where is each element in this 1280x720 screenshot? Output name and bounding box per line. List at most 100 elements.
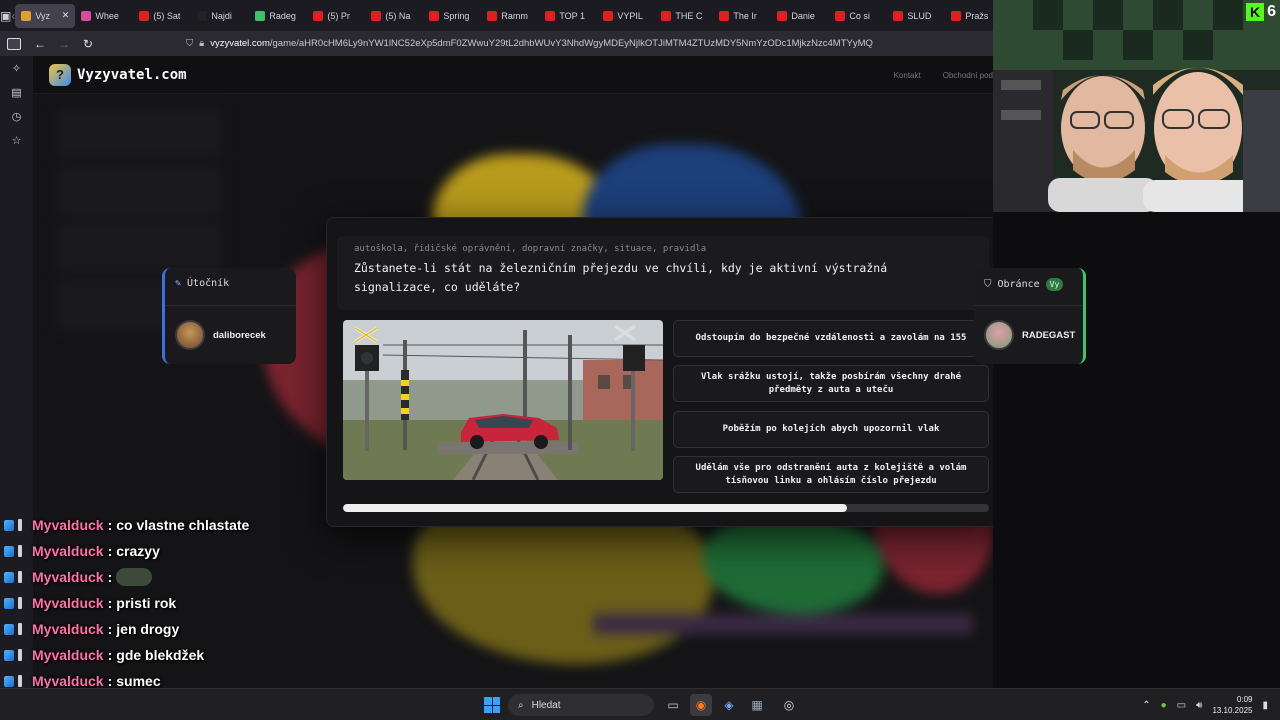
nav-link-terms[interactable]: Obchodní pod <box>943 71 993 80</box>
task-view-icon[interactable]: ▭ <box>662 694 684 716</box>
subscriber-badge-icon <box>4 675 14 687</box>
obs-icon[interactable]: ◎ <box>778 694 800 716</box>
ai-chat-icon[interactable]: ✧ <box>0 56 33 80</box>
avatar <box>984 320 1014 350</box>
logo-icon[interactable]: ? <box>49 63 71 86</box>
sidebar-toggle-button[interactable] <box>0 37 28 50</box>
browser-tab[interactable]: Danie <box>771 4 829 28</box>
history-icon[interactable]: ◷ <box>0 104 33 128</box>
clock[interactable]: 0:09 13.10.2025 <box>1212 694 1252 716</box>
tab-label: Danie <box>791 10 815 21</box>
speaker-icon[interactable]: 🔊︎ <box>1196 700 1202 711</box>
tab-strip: Vyz ✕ Whee (5) Sat Najdi Radeg (5) Pr (5) Na Spr… <box>15 3 1061 28</box>
question-modal: autoškola, řidičské oprávnění, dopravní … <box>326 217 993 527</box>
start-button[interactable] <box>484 697 500 713</box>
answer-option-1[interactable]: Odstoupím do bezpečné vzdálenosti a zavo… <box>673 320 989 357</box>
browser-tab[interactable]: TOP 1 <box>539 4 597 28</box>
question-image <box>343 320 663 480</box>
sword-icon: ✎ <box>175 278 182 289</box>
address-bar[interactable]: ⛉ 🔒︎ vyzyvatel.com/game/aHR0cHM6Ly9nYW1l… <box>186 38 873 49</box>
nav-link-contact[interactable]: Kontakt <box>894 71 921 80</box>
chat-separator: : <box>107 673 113 689</box>
browser-tab[interactable]: Radeg <box>249 4 307 28</box>
tab-overview-icon[interactable]: ▣ <box>0 0 11 31</box>
player-card-blurred <box>55 108 223 158</box>
subscriber-badge-icon <box>4 623 14 635</box>
network-icon[interactable]: ▭ <box>1177 700 1186 711</box>
chat-username: Myvalduck <box>32 595 104 611</box>
firefox-icon[interactable]: ◉ <box>690 694 712 716</box>
webcam-overlay: K 6 <box>993 0 1280 212</box>
browser-tab[interactable]: (5) Na <box>365 4 423 28</box>
defender-label: Obránce <box>997 279 1040 290</box>
browser-tab[interactable]: SLUD <box>887 4 945 28</box>
tab-favicon-icon <box>313 10 324 21</box>
subscriber-badge-icon <box>4 649 14 661</box>
notification-bell-icon[interactable]: ▮ <box>1262 700 1268 711</box>
browser-tab[interactable]: Najdi <box>191 4 249 28</box>
header-nav: Kontakt Obchodní pod <box>894 56 993 94</box>
app-icon[interactable]: ◈ <box>718 694 740 716</box>
bottle-badge-icon <box>18 623 22 635</box>
tab-favicon-icon <box>545 10 556 21</box>
tab-favicon-icon <box>777 10 788 21</box>
tab-favicon-icon <box>21 10 32 21</box>
chat-message: Myvalduck: jen drogy <box>4 616 304 642</box>
browser-tab[interactable]: VYPIL <box>597 4 655 28</box>
chat-text: sumec <box>116 673 161 689</box>
player-card-blurred <box>55 166 223 216</box>
tab-label: THE C <box>675 10 703 21</box>
browser-tab[interactable]: (5) Sat <box>133 4 191 28</box>
answer-option-2[interactable]: Vlak srážku ustojí, takže posbírám všech… <box>673 365 989 402</box>
reload-button[interactable]: ↻ <box>76 31 100 56</box>
microphone-icon[interactable]: ● <box>1161 700 1167 711</box>
browser-tab[interactable]: (5) Pr <box>307 4 365 28</box>
subscriber-badge-icon <box>4 571 14 583</box>
clock-date: 13.10.2025 <box>1212 706 1253 715</box>
tab-close-icon[interactable]: ✕ <box>62 10 70 21</box>
browser-tab[interactable]: Spring <box>423 4 481 28</box>
editor-icon[interactable]: ▦ <box>746 694 768 716</box>
synced-tabs-icon[interactable]: ▤ <box>0 80 33 104</box>
tab-label: SLUD <box>907 10 932 21</box>
site-logo-text[interactable]: Vyzyvatel.com <box>77 67 187 83</box>
back-button[interactable]: ← <box>28 31 52 56</box>
chevron-up-icon[interactable]: ⌃ <box>1142 700 1150 711</box>
question-tags: autoškola, řidičské oprávnění, dopravní … <box>354 244 707 254</box>
chat-text: pristi rok <box>116 595 177 611</box>
system-tray: ⌃ ● ▭ 🔊︎ 0:09 13.10.2025 ▮ <box>1142 689 1268 720</box>
url-path: /game/aHR0cHM6Ly9nYW1lNC52eXp5dmF0ZWwuY2… <box>269 38 873 49</box>
browser-tab[interactable]: Vyz ✕ <box>15 3 76 28</box>
taskbar-search-placeholder: Hledat <box>531 699 561 711</box>
tab-label: Ramm <box>501 10 528 21</box>
answer-option-3[interactable]: Poběžím po kolejích abych upozornil vlak <box>673 411 989 448</box>
forward-button[interactable]: → <box>52 31 76 56</box>
bottle-badge-icon <box>18 675 22 687</box>
tab-favicon-icon <box>197 10 208 21</box>
webcam-video <box>993 0 1280 212</box>
bookmarks-star-icon[interactable]: ☆ <box>0 128 33 152</box>
chat-separator: : <box>107 543 113 559</box>
browser-tab[interactable]: Co si <box>829 4 887 28</box>
timer-progress-fill <box>343 504 847 512</box>
chat-separator: : <box>107 595 113 611</box>
bottle-badge-icon <box>18 649 22 661</box>
tab-label: (5) Pr <box>327 10 350 21</box>
browser-tab[interactable]: Ramm <box>481 4 539 28</box>
chat-username: Myvalduck <box>32 673 104 689</box>
shield-icon: ⛉ <box>186 38 194 49</box>
railway-crossing-photo <box>343 320 663 480</box>
chat-separator: : <box>107 517 113 533</box>
browser-tab[interactable]: The Ir <box>713 4 771 28</box>
answer-option-4[interactable]: Udělám vše pro odstranění auta z kolejiš… <box>673 456 989 493</box>
shield-icon: ⛉ <box>984 279 992 290</box>
browser-tab[interactable]: Whee <box>75 4 133 28</box>
browser-tab[interactable]: THE C <box>655 4 713 28</box>
url-domain: vyzyvatel.com <box>210 38 270 49</box>
taskbar-search[interactable]: ⌕ Hledat <box>508 694 654 716</box>
chat-text: gde blekdžek <box>116 647 205 663</box>
tab-favicon-icon <box>371 10 382 21</box>
question-text: Zůstanete-li stát na železničním přejezd… <box>354 261 888 294</box>
tab-label: (5) Sat <box>153 10 181 21</box>
subscriber-badge-icon <box>4 545 14 557</box>
